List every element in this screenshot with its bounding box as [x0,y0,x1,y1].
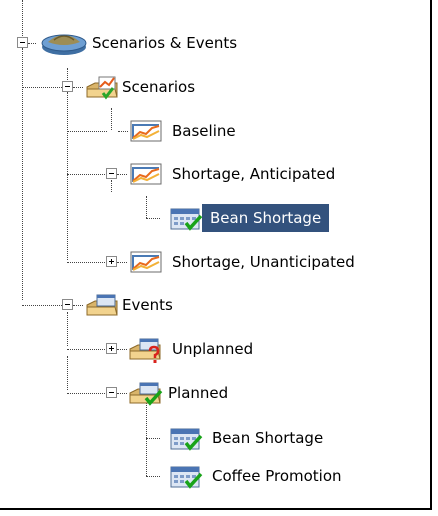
tree-node-label: Bean Shortage [202,204,330,232]
calendar-folder-check-icon [129,382,163,406]
scenario-folder-check-icon [86,76,118,100]
calendar-folder-question-icon [129,338,161,363]
tree-node-label: Scenarios & Events [92,34,238,52]
tree-node-label: Scenarios [122,78,196,96]
line-chart-icon [130,251,162,273]
tree-node-coffee-promotion[interactable]: Coffee Promotion [0,460,432,492]
tree-node-planned[interactable]: Planned [0,377,432,409]
tree-node-label: Events [122,296,173,314]
tree-node-label: Unplanned [172,340,254,358]
tree-node-baseline[interactable]: Baseline [0,115,432,147]
scenario-events-tree[interactable]: Scenarios & Events Scenarios Baseline Sh… [0,0,432,510]
tree-node-bean-shortage-event[interactable]: Bean Shortage [0,422,432,454]
tree-node-scenarios[interactable]: Scenarios [0,71,432,103]
expand-toggle[interactable] [106,343,117,354]
collapse-toggle[interactable] [17,37,28,48]
calendar-check-icon [170,208,203,231]
tree-node-label: Baseline [172,122,236,140]
tree-node-label: Coffee Promotion [212,467,342,485]
tree-node-label: Planned [168,384,229,402]
tree-node-label: Shortage, Anticipated [172,165,336,183]
tree-node-bean-shortage-scenario[interactable]: Bean Shortage [0,202,432,234]
collapse-toggle[interactable] [62,299,73,310]
tree-node-label: Shortage, Unanticipated [172,253,355,271]
collapse-toggle[interactable] [106,168,117,179]
calendar-check-icon [170,466,203,489]
expand-toggle[interactable] [106,256,117,267]
line-chart-icon [130,120,162,142]
collapse-toggle[interactable] [62,81,73,92]
tree-node-unplanned[interactable]: Unplanned [0,333,432,365]
line-chart-icon [130,163,162,185]
tree-node-shortage-anticipated[interactable]: Shortage, Anticipated [0,158,432,190]
tree-node-scenarios-events[interactable]: Scenarios & Events [0,27,432,59]
collapse-toggle[interactable] [106,387,117,398]
tree-node-events[interactable]: Events [0,289,432,321]
tree-node-label: Bean Shortage [212,429,324,447]
calendar-check-icon [170,428,203,451]
tree-node-shortage-unanticipated[interactable]: Shortage, Unanticipated [0,246,432,278]
coffee-bean-pot-icon [41,34,87,55]
calendar-folder-icon [86,294,118,316]
